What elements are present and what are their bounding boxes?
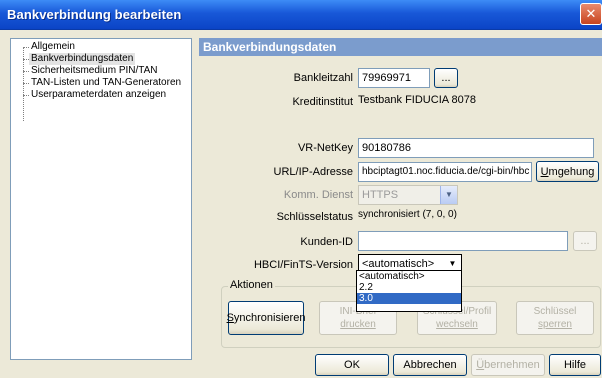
schluesselstatus-label: Schlüsselstatus — [276, 211, 353, 223]
kreditinstitut-value: Testbank FIDUCIA 8078 — [358, 93, 594, 109]
kunden-id-input[interactable] — [358, 231, 568, 251]
schluesselstatus-value: synchronisiert (7, 0, 0) — [358, 208, 594, 224]
umgehung-mnemonic: U — [540, 165, 549, 178]
komm-dienst-label: Komm. Dienst — [283, 189, 353, 201]
hilfe-button[interactable]: Hilfe — [549, 354, 601, 376]
section-title: Bankverbindungsdaten — [199, 38, 602, 56]
schluessel-sperren-line1: Schlüssel — [533, 306, 577, 317]
hbci-version-label: HBCI/FinTS-Version — [253, 259, 353, 271]
sidebar-item-sicherheitsmedium[interactable]: Sicherheitsmedium PIN/TAN — [29, 65, 160, 77]
window-title: Bankverbindung bearbeiten — [7, 7, 182, 22]
hbci-option-automatisch[interactable]: <automatisch> — [357, 271, 461, 282]
sidebar-item-tan-listen[interactable]: TAN-Listen und TAN-Generatoren — [29, 77, 183, 89]
abbrechen-button[interactable]: Abbrechen — [393, 354, 467, 376]
schluessel-sperren-button[interactable]: Schlüssel sperren — [516, 301, 594, 335]
schluessel-sperren-line2: sperren — [538, 319, 572, 330]
bankleitzahl-input[interactable]: 79969971 — [358, 68, 430, 88]
title-bar[interactable]: Bankverbindung bearbeiten ✕ — [0, 0, 602, 30]
synchronisieren-mnemonic: S — [226, 312, 234, 324]
synchronisieren-label: ynchronisieren — [233, 312, 306, 324]
vrnetkey-input[interactable]: 90180786 — [358, 138, 594, 158]
close-icon[interactable]: ✕ — [580, 3, 602, 25]
umgehung-label: mgehung — [548, 165, 595, 178]
actions-group-title: Aktionen — [228, 279, 275, 291]
vrnetkey-label: VR-NetKey — [297, 142, 353, 154]
ok-button[interactable]: OK — [315, 354, 389, 376]
sidebar-item-allgemein[interactable]: Allgemein — [29, 41, 77, 53]
hbci-version-value: <automatisch> — [362, 258, 435, 270]
hbci-version-dropdown-list: <automatisch> 2.2 3.0 — [356, 270, 462, 312]
bankleitzahl-browse-button[interactable]: ... — [434, 68, 458, 88]
hbci-option-2-2[interactable]: 2.2 — [357, 282, 461, 293]
kunden-id-browse-button[interactable]: ... — [573, 231, 597, 251]
kunden-id-label: Kunden-ID — [300, 236, 353, 248]
uebernehmen-label: bernehmen — [484, 359, 540, 371]
umgehung-button[interactable]: Umgehung — [536, 161, 599, 182]
ini-brief-line2: drucken — [340, 319, 376, 330]
sidebar-item-userparameterdaten[interactable]: Userparameterdaten anzeigen — [29, 89, 168, 101]
uebernehmen-button[interactable]: Übernehmen — [471, 354, 545, 376]
komm-dienst-value: HTTPS — [362, 189, 399, 201]
dialog-window: Bankverbindung bearbeiten ✕ Allgemein Ba… — [0, 0, 602, 378]
sidebar-item-bankverbindungsdaten[interactable]: Bankverbindungsdaten — [29, 53, 136, 65]
synchronisieren-button[interactable]: Synchronisieren — [226, 301, 306, 335]
navigation-tree: Allgemein Bankverbindungsdaten Sicherhei… — [10, 38, 192, 360]
url-label: URL/IP-Adresse — [273, 166, 353, 178]
schluessel-profil-line2: wechseln — [436, 319, 478, 330]
bankleitzahl-label: Bankleitzahl — [293, 72, 353, 84]
kreditinstitut-label: Kreditinstitut — [292, 96, 353, 108]
komm-dienst-select[interactable]: HTTPS ▼ — [358, 185, 458, 205]
chevron-down-icon: ▼ — [440, 186, 457, 204]
url-input[interactable]: hbciptagt01.noc.fiducia.de/cgi-bin/hbc — [358, 162, 532, 182]
hbci-option-3-0[interactable]: 3.0 — [357, 293, 461, 304]
uebernehmen-mnemonic: Ü — [476, 359, 485, 371]
